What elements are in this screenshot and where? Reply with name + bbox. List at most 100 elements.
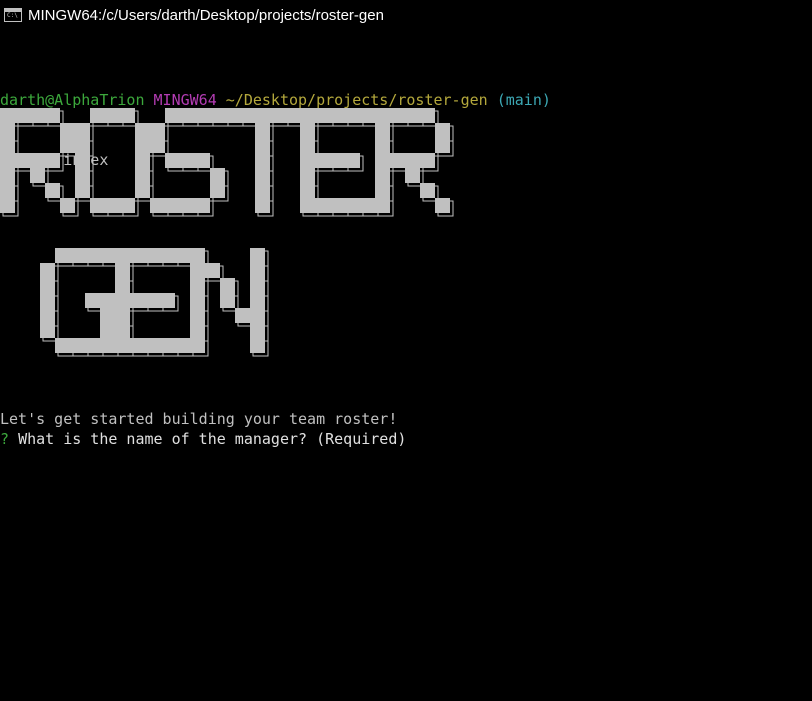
banner-block (100, 293, 115, 308)
banner-block (30, 168, 45, 183)
banner-block (315, 198, 330, 213)
banner-block (300, 153, 315, 168)
banner-block (150, 123, 165, 138)
banner-block (55, 338, 70, 353)
question-text: What is the name of the manager? (Requir… (18, 430, 407, 448)
banner-block (255, 108, 270, 123)
banner-block (130, 293, 145, 308)
prompt-question-line[interactable]: ? What is the name of the manager? (Requ… (0, 429, 406, 449)
banner-block (375, 198, 390, 213)
banner-block (100, 323, 115, 338)
banner-block (435, 198, 450, 213)
banner-block (85, 338, 100, 353)
banner-block (0, 123, 15, 138)
banner-block (255, 153, 270, 168)
banner-block (120, 198, 135, 213)
banner-block (100, 248, 115, 263)
banner-block (250, 338, 265, 353)
banner-block (130, 338, 145, 353)
banner-block (375, 153, 390, 168)
banner-block (300, 168, 315, 183)
banner-block (250, 248, 265, 263)
banner-gen-art (40, 248, 269, 357)
banner-block (145, 293, 160, 308)
terminal-icon[interactable]: C:\ (4, 8, 22, 22)
banner-block (40, 278, 55, 293)
banner-block (360, 108, 375, 123)
banner-block (45, 108, 60, 123)
banner-block (85, 293, 100, 308)
banner-block (115, 338, 130, 353)
banner-block (315, 108, 330, 123)
banner-block (190, 338, 205, 353)
banner-block (135, 123, 150, 138)
banner-block (190, 278, 205, 293)
banner-block (405, 153, 420, 168)
banner-block (115, 323, 130, 338)
banner-block (360, 198, 375, 213)
banner-letter-t (225, 108, 304, 217)
banner-block (150, 138, 165, 153)
banner-block (250, 263, 265, 278)
question-mark-icon: ? (0, 430, 10, 448)
banner-block (75, 123, 90, 138)
banner-block (420, 108, 435, 123)
banner-block (165, 108, 180, 123)
banner-block (435, 123, 450, 138)
banner-block (0, 198, 15, 213)
banner-block (120, 108, 135, 123)
banner-block (345, 198, 360, 213)
banner-block (190, 323, 205, 338)
banner-block (255, 183, 270, 198)
banner-block (300, 108, 315, 123)
banner-block (255, 198, 270, 213)
banner-block (250, 308, 265, 323)
banner-block (90, 108, 105, 123)
banner-block (145, 338, 160, 353)
banner-block (75, 183, 90, 198)
banner-block (375, 138, 390, 153)
banner-block (0, 183, 15, 198)
banner-block (330, 198, 345, 213)
banner-roster-art (0, 108, 454, 217)
banner-block (75, 138, 90, 153)
banner-block (300, 138, 315, 153)
banner-block (115, 248, 130, 263)
banner-block (220, 278, 235, 293)
banner-block (40, 323, 55, 338)
banner-block (75, 153, 90, 168)
banner-block (150, 198, 165, 213)
banner-block (0, 138, 15, 153)
banner-block (420, 153, 435, 168)
banner-block (90, 198, 105, 213)
banner-block (145, 248, 160, 263)
banner-block (285, 108, 300, 123)
banner-gen (0, 240, 812, 360)
window-titlebar[interactable]: C:\ MINGW64:/c/Users/darth/Desktop/proje… (0, 0, 812, 30)
banner-block (100, 308, 115, 323)
banner-block (390, 108, 405, 123)
banner-block (300, 183, 315, 198)
welcome-message: Let's get started building your team ros… (0, 410, 398, 428)
banner-block (70, 248, 85, 263)
banner-block (255, 138, 270, 153)
banner-block (30, 108, 45, 123)
banner-block (0, 153, 15, 168)
banner-block (135, 153, 150, 168)
banner-block (235, 308, 250, 323)
banner-block (190, 263, 205, 278)
banner-block (250, 278, 265, 293)
banner-block (210, 108, 225, 123)
banner-block (180, 198, 195, 213)
banner-block (135, 183, 150, 198)
banner-block (205, 263, 220, 278)
banner-block (130, 248, 145, 263)
banner-block (175, 338, 190, 353)
banner-block (300, 123, 315, 138)
banner-block (190, 293, 205, 308)
banner-block (60, 123, 75, 138)
banner-block (60, 198, 75, 213)
banner-letter-n (190, 248, 269, 357)
banner-letter-o (75, 108, 154, 217)
banner-block (255, 123, 270, 138)
